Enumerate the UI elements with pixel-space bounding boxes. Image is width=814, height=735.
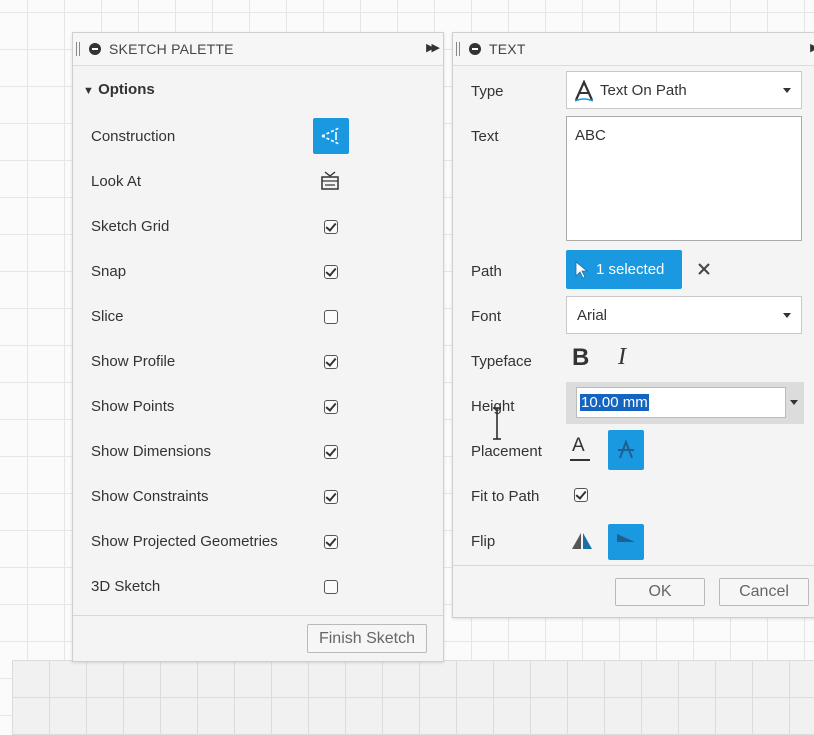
text-dialog-header[interactable]: TEXT ▶▶ — [453, 33, 814, 66]
drag-grip-icon[interactable] — [456, 42, 460, 56]
options-section-label: Options — [98, 81, 155, 98]
text-input[interactable]: ABC — [566, 116, 802, 241]
look-at-label: Look At — [91, 173, 142, 190]
italic-icon[interactable]: I — [618, 344, 626, 371]
show-projected-geometries-label: Show Projected Geometries — [91, 533, 278, 550]
placement-label: Placement — [471, 443, 542, 460]
expand-icon[interactable]: ▶▶ — [426, 41, 440, 54]
clear-icon[interactable] — [697, 262, 711, 276]
sketch-palette-panel: SKETCH PALETTE ▶▶ ▼ Options Construction… — [72, 32, 444, 662]
palette-footer-divider — [73, 615, 443, 616]
chevron-down-icon — [783, 313, 791, 318]
snap-checkbox[interactable] — [324, 265, 338, 279]
collapse-icon[interactable] — [89, 43, 101, 55]
triangle-down-icon: ▼ — [83, 85, 94, 97]
sketch-grid-label: Sketch Grid — [91, 218, 170, 235]
sketch-palette-title: SKETCH PALETTE — [109, 41, 234, 57]
fit-to-path-label: Fit to Path — [471, 488, 540, 505]
construction-icon — [321, 127, 340, 145]
chevron-down-icon[interactable] — [790, 400, 798, 405]
show-profile-label: Show Profile — [91, 353, 176, 370]
placement-center-icon — [618, 439, 634, 459]
flip-alt-icon — [617, 534, 635, 542]
show-projected-geometries-checkbox[interactable] — [324, 535, 338, 549]
finish-sketch-button[interactable]: Finish Sketch — [307, 624, 427, 653]
path-label: Path — [471, 263, 502, 280]
slice-label: Slice — [91, 308, 124, 325]
show-points-label: Show Points — [91, 398, 175, 415]
placement-center-button[interactable] — [608, 430, 644, 470]
construction-button[interactable] — [313, 118, 349, 154]
slice-checkbox[interactable] — [324, 310, 338, 324]
path-select-button[interactable]: 1 selected — [566, 250, 682, 289]
cancel-button[interactable]: Cancel — [719, 578, 809, 606]
flip-icon[interactable] — [571, 531, 593, 551]
show-constraints-label: Show Constraints — [91, 488, 209, 505]
expand-icon[interactable]: ▶▶ — [810, 41, 814, 54]
font-value: Arial — [577, 307, 608, 324]
underline-mark — [570, 459, 590, 461]
look-at-icon[interactable] — [319, 170, 341, 192]
cursor-icon — [575, 261, 588, 279]
text-dialog-panel: TEXT ▶▶ Type Text On Path Text ABC Path … — [452, 32, 814, 618]
show-constraints-checkbox[interactable] — [324, 490, 338, 504]
flip-label: Flip — [471, 533, 496, 550]
text-cursor-icon — [493, 407, 501, 440]
collapse-icon[interactable] — [469, 43, 481, 55]
fit-to-path-checkbox[interactable] — [574, 488, 588, 502]
3d-sketch-label: 3D Sketch — [91, 578, 161, 595]
typeface-label: Typeface — [471, 353, 532, 370]
construction-label: Construction — [91, 128, 176, 145]
font-dropdown[interactable]: Arial — [566, 296, 802, 334]
font-label: Font — [471, 308, 502, 325]
text-on-path-icon — [574, 80, 594, 102]
height-input[interactable]: 10.00 mm — [576, 387, 786, 418]
ok-button[interactable]: OK — [615, 578, 705, 606]
snap-label: Snap — [91, 263, 127, 280]
placement-icon: A — [572, 435, 585, 456]
show-points-checkbox[interactable] — [324, 400, 338, 414]
sketch-grid-checkbox[interactable] — [324, 220, 338, 234]
text-input-value: ABC — [575, 127, 606, 144]
show-profile-checkbox[interactable] — [324, 355, 338, 369]
chevron-down-icon — [783, 88, 791, 93]
dialog-footer-divider — [453, 565, 814, 566]
sketch-canvas-grid[interactable] — [12, 660, 814, 735]
type-value: Text On Path — [600, 82, 687, 99]
height-value: 10.00 mm — [580, 394, 649, 411]
options-section-header[interactable]: ▼ Options — [83, 81, 155, 98]
text-dialog-title: TEXT — [489, 41, 526, 57]
path-select-value: 1 selected — [596, 261, 665, 278]
text-label: Text — [471, 128, 499, 145]
flip-alt-button[interactable] — [608, 524, 644, 560]
sketch-palette-header[interactable]: SKETCH PALETTE ▶▶ — [73, 33, 443, 66]
show-dimensions-label: Show Dimensions — [91, 443, 212, 460]
3d-sketch-checkbox[interactable] — [324, 580, 338, 594]
type-label: Type — [471, 83, 504, 100]
show-dimensions-checkbox[interactable] — [324, 445, 338, 459]
drag-grip-icon[interactable] — [76, 42, 80, 56]
placement-below-button[interactable]: A — [569, 435, 591, 461]
height-field-wrapper: 10.00 mm — [566, 382, 804, 424]
type-dropdown[interactable]: Text On Path — [566, 71, 802, 109]
bold-icon[interactable]: B — [572, 344, 589, 372]
